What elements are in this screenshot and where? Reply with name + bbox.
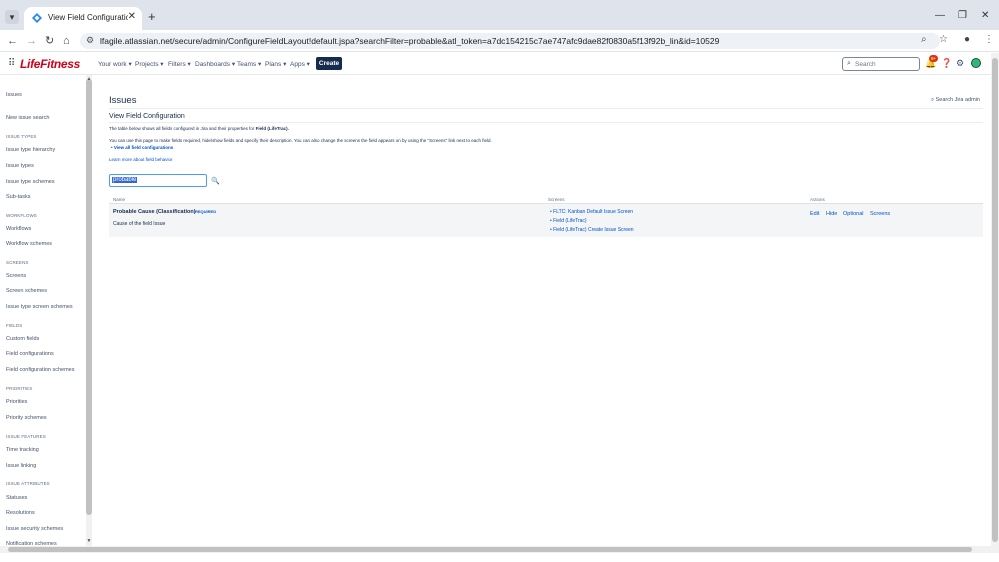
sidebar-item-priority-schemes[interactable]: Priority schemes [6,415,47,421]
sidebar-item-issue-types[interactable]: Issue types [6,163,34,169]
sidebar-scroll-down-icon[interactable]: ▼ [86,538,92,544]
screens-action-link[interactable]: Screens [870,211,890,217]
nav-dashboards[interactable]: Dashboards ▾ [195,60,235,68]
minimize-icon[interactable]: — [935,10,945,21]
browser-tab[interactable]: View Field Configuration - Life ✕ [24,7,142,30]
site-info-icon[interactable]: ⚙ [86,35,94,46]
create-button[interactable]: Create [316,57,342,70]
edit-action-link[interactable]: Edit [810,211,819,217]
sidebar-item-issue-linking[interactable]: Issue linking [6,463,36,469]
search-admin-link[interactable]: ⌕ Search Jira admin [931,97,980,104]
sidebar-heading-fields: FIELDS [6,323,23,328]
sidebar-item-custom-fields[interactable]: Custom fields [6,336,39,342]
optional-action-link[interactable]: Optional [843,211,864,217]
nav-projects[interactable]: Projects ▾ [135,60,164,68]
sidebar-item-issues[interactable]: Issues [6,92,22,98]
view-all-field-configurations-link[interactable]: • View all field configurations [111,145,173,150]
avatar[interactable] [971,58,981,68]
sidebar-item-field-configurations[interactable]: Field configurations [6,351,54,357]
sidebar-item-field-configuration-schemes[interactable]: Field configuration schemes [6,367,74,373]
sidebar-item-issue-type-hierarchy[interactable]: Issue type hierarchy [6,147,55,153]
section-title: View Field Configuration [109,113,185,120]
tab-close-icon[interactable]: ✕ [128,11,136,22]
filter-selected-text: probable [112,177,138,183]
sidebar-item-issue-security-schemes[interactable]: Issue security schemes [6,526,63,532]
new-tab-icon[interactable]: + [148,10,156,24]
description-text: You can use this page to make fields req… [109,138,492,143]
restore-icon[interactable]: ❐ [958,10,967,21]
sidebar-heading-issue-types: ISSUE TYPES [6,134,37,139]
logo[interactable]: LifeFitness [20,57,80,71]
sidebar-item-sub-tasks[interactable]: Sub-tasks [6,194,30,200]
sidebar-item-new-issue-search[interactable]: New issue search [6,115,49,121]
profile-icon[interactable]: ● [964,34,970,45]
url-bar[interactable]: ⚙ lfagile.atlassian.net/secure/admin/Con… [80,33,940,49]
nav-filters[interactable]: Filters ▾ [168,60,191,68]
tab-search-chevron-icon[interactable]: ▾ [5,10,19,24]
global-search-input[interactable] [855,59,917,69]
sidebar-item-issue-type-screen-schemes[interactable]: Issue type screen schemes [6,304,73,310]
notification-badge: 9+ [929,55,939,62]
field-name: Probable Cause (Classification) [113,209,196,215]
nav-apps[interactable]: Apps ▾ [290,60,310,68]
column-header-actions: Actions [810,197,825,202]
global-search[interactable]: ⌕ [842,57,920,71]
page-horizontal-scroll-thumb[interactable] [8,547,972,552]
sidebar-heading-workflows: WORKFLOWS [6,213,37,218]
sidebar-heading-screens: SCREENS [6,260,29,265]
help-icon[interactable]: ❓ [941,58,952,69]
close-window-icon[interactable]: ✕ [981,10,989,21]
nav-your-work[interactable]: Your work ▾ [98,60,132,68]
screen-link[interactable]: • Field (LifeTrac) Create Issue Screen [550,227,634,233]
reload-icon[interactable]: ↻ [45,34,54,48]
sidebar-item-resolutions[interactable]: Resolutions [6,510,35,516]
screen-link[interactable]: • FLTC: Kanban Default Issue Screen [550,209,633,215]
sidebar-item-screens[interactable]: Screens [6,273,26,279]
bookmark-star-icon[interactable]: ☆ [939,34,948,45]
back-icon[interactable]: ← [7,34,18,48]
sidebar-item-time-tracking[interactable]: Time tracking [6,447,39,453]
jira-favicon-icon [32,13,42,23]
sidebar-scroll-up-icon[interactable]: ▲ [86,76,92,82]
field-description: Cause of the field Issue [113,221,166,227]
tab-title: View Field Configuration - Life [48,13,128,22]
forward-icon[interactable]: → [26,34,37,48]
sidebar-item-statuses[interactable]: Statuses [6,495,27,501]
url-text[interactable]: lfagile.atlassian.net/secure/admin/Confi… [100,36,719,46]
browser-tab-bar: ▾ View Field Configuration - Life ✕ + — … [0,0,999,30]
filter-search-icon[interactable]: 🔍 [211,177,220,185]
zoom-icon[interactable]: ⌕ [921,34,927,45]
jira-top-nav: ⠿ LifeFitness Your work ▾ Projects ▾ Fil… [0,53,999,75]
sidebar-item-issue-type-schemes[interactable]: Issue type schemes [6,179,55,185]
sidebar-item-workflows[interactable]: Workflows [6,226,31,232]
column-header-name: Name [113,197,126,202]
sidebar-item-priorities[interactable]: Priorities [6,399,27,405]
address-bar-row: ← → ↻ ⌂ ⚙ lfagile.atlassian.net/secure/a… [0,30,999,52]
learn-more-link[interactable]: Learn more about field behavior [109,157,173,162]
app-switcher-icon[interactable]: ⠿ [8,58,15,69]
divider [109,108,983,109]
browser-menu-icon[interactable]: ⋮ [984,34,994,45]
column-header-screens: Screens [548,197,565,202]
screen-link[interactable]: • Field (LifeTrac) [550,218,587,224]
sidebar-heading-issue-features: ISSUE FEATURES [6,434,46,439]
admin-sidebar: Issues New issue search ISSUE TYPES Issue … [0,75,92,546]
nav-plans[interactable]: Plans ▾ [265,60,286,68]
table-row [109,204,983,237]
divider [109,122,983,123]
required-lozenge: REQUIRED [195,209,217,214]
description-text: The table below shows all fields configu… [109,126,289,131]
page-title: Issues [109,95,137,106]
sidebar-item-workflow-schemes[interactable]: Workflow schemes [6,241,52,247]
sidebar-heading-priorities: PRIORITIES [6,386,33,391]
home-icon[interactable]: ⌂ [63,34,70,48]
search-icon: ⌕ [847,60,851,67]
sidebar-scroll-thumb[interactable] [86,79,92,515]
sidebar-item-screen-schemes[interactable]: Screen schemes [6,288,47,294]
settings-icon[interactable]: ⚙ [956,58,964,69]
page-vertical-scroll-thumb[interactable] [992,58,998,542]
hide-action-link[interactable]: Hide [826,211,837,217]
sidebar-heading-issue-attributes: ISSUE ATTRIBUTES [6,481,50,486]
nav-teams[interactable]: Teams ▾ [237,60,261,68]
